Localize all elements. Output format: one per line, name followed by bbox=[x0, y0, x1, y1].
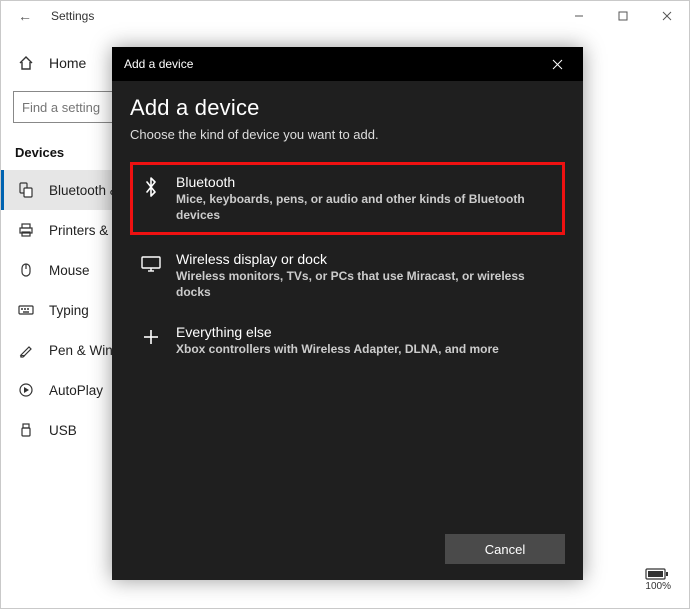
devices-icon bbox=[17, 182, 35, 198]
option-desc: Xbox controllers with Wireless Adapter, … bbox=[176, 342, 499, 358]
option-title: Wireless display or dock bbox=[176, 251, 555, 267]
sidebar-home-label: Home bbox=[49, 55, 86, 71]
autoplay-icon bbox=[17, 382, 35, 398]
battery-percent: 100% bbox=[645, 581, 671, 592]
sidebar-item-label: AutoPlay bbox=[49, 383, 103, 398]
back-button[interactable]: ← bbox=[11, 8, 39, 24]
option-bluetooth[interactable]: Bluetooth Mice, keyboards, pens, or audi… bbox=[130, 162, 565, 235]
battery-tray: 100% bbox=[645, 567, 671, 592]
option-title: Bluetooth bbox=[176, 174, 555, 190]
battery-icon bbox=[645, 567, 669, 581]
bluetooth-icon bbox=[140, 176, 162, 198]
option-everything-else[interactable]: Everything else Xbox controllers with Wi… bbox=[130, 312, 565, 370]
cancel-button[interactable]: Cancel bbox=[445, 534, 565, 564]
mouse-icon bbox=[17, 262, 35, 278]
option-desc: Wireless monitors, TVs, or PCs that use … bbox=[176, 269, 555, 300]
option-text: Bluetooth Mice, keyboards, pens, or audi… bbox=[176, 174, 555, 223]
printer-icon bbox=[17, 222, 35, 238]
maximize-button[interactable] bbox=[601, 1, 645, 31]
close-icon bbox=[552, 59, 563, 70]
display-icon bbox=[140, 253, 162, 275]
dialog-footer: Cancel bbox=[112, 522, 583, 580]
window-controls bbox=[557, 1, 689, 31]
option-text: Wireless display or dock Wireless monito… bbox=[176, 251, 555, 300]
home-icon bbox=[17, 55, 35, 71]
settings-window: ← Settings Home Devices bbox=[0, 0, 690, 609]
dialog-subheading: Choose the kind of device you want to ad… bbox=[130, 127, 565, 142]
dialog-heading: Add a device bbox=[130, 95, 565, 121]
dialog-title: Add a device bbox=[124, 57, 193, 71]
minimize-button[interactable] bbox=[557, 1, 601, 31]
add-device-dialog: Add a device Add a device Choose the kin… bbox=[112, 47, 583, 580]
plus-icon bbox=[140, 326, 162, 348]
close-window-button[interactable] bbox=[645, 1, 689, 31]
sidebar-item-label: Typing bbox=[49, 303, 89, 318]
sidebar-item-label: USB bbox=[49, 423, 77, 438]
dialog-body: Add a device Choose the kind of device y… bbox=[112, 81, 583, 522]
sidebar-item-label: Mouse bbox=[49, 263, 90, 278]
window-title: Settings bbox=[51, 9, 94, 23]
option-desc: Mice, keyboards, pens, or audio and othe… bbox=[176, 192, 555, 223]
titlebar: ← Settings bbox=[1, 1, 689, 31]
dialog-close-button[interactable] bbox=[543, 50, 571, 78]
option-wireless-display[interactable]: Wireless display or dock Wireless monito… bbox=[130, 239, 565, 312]
usb-icon bbox=[17, 422, 35, 438]
option-text: Everything else Xbox controllers with Wi… bbox=[176, 324, 499, 358]
keyboard-icon bbox=[17, 302, 35, 318]
pen-icon bbox=[17, 342, 35, 358]
dialog-titlebar: Add a device bbox=[112, 47, 583, 81]
option-title: Everything else bbox=[176, 324, 499, 340]
